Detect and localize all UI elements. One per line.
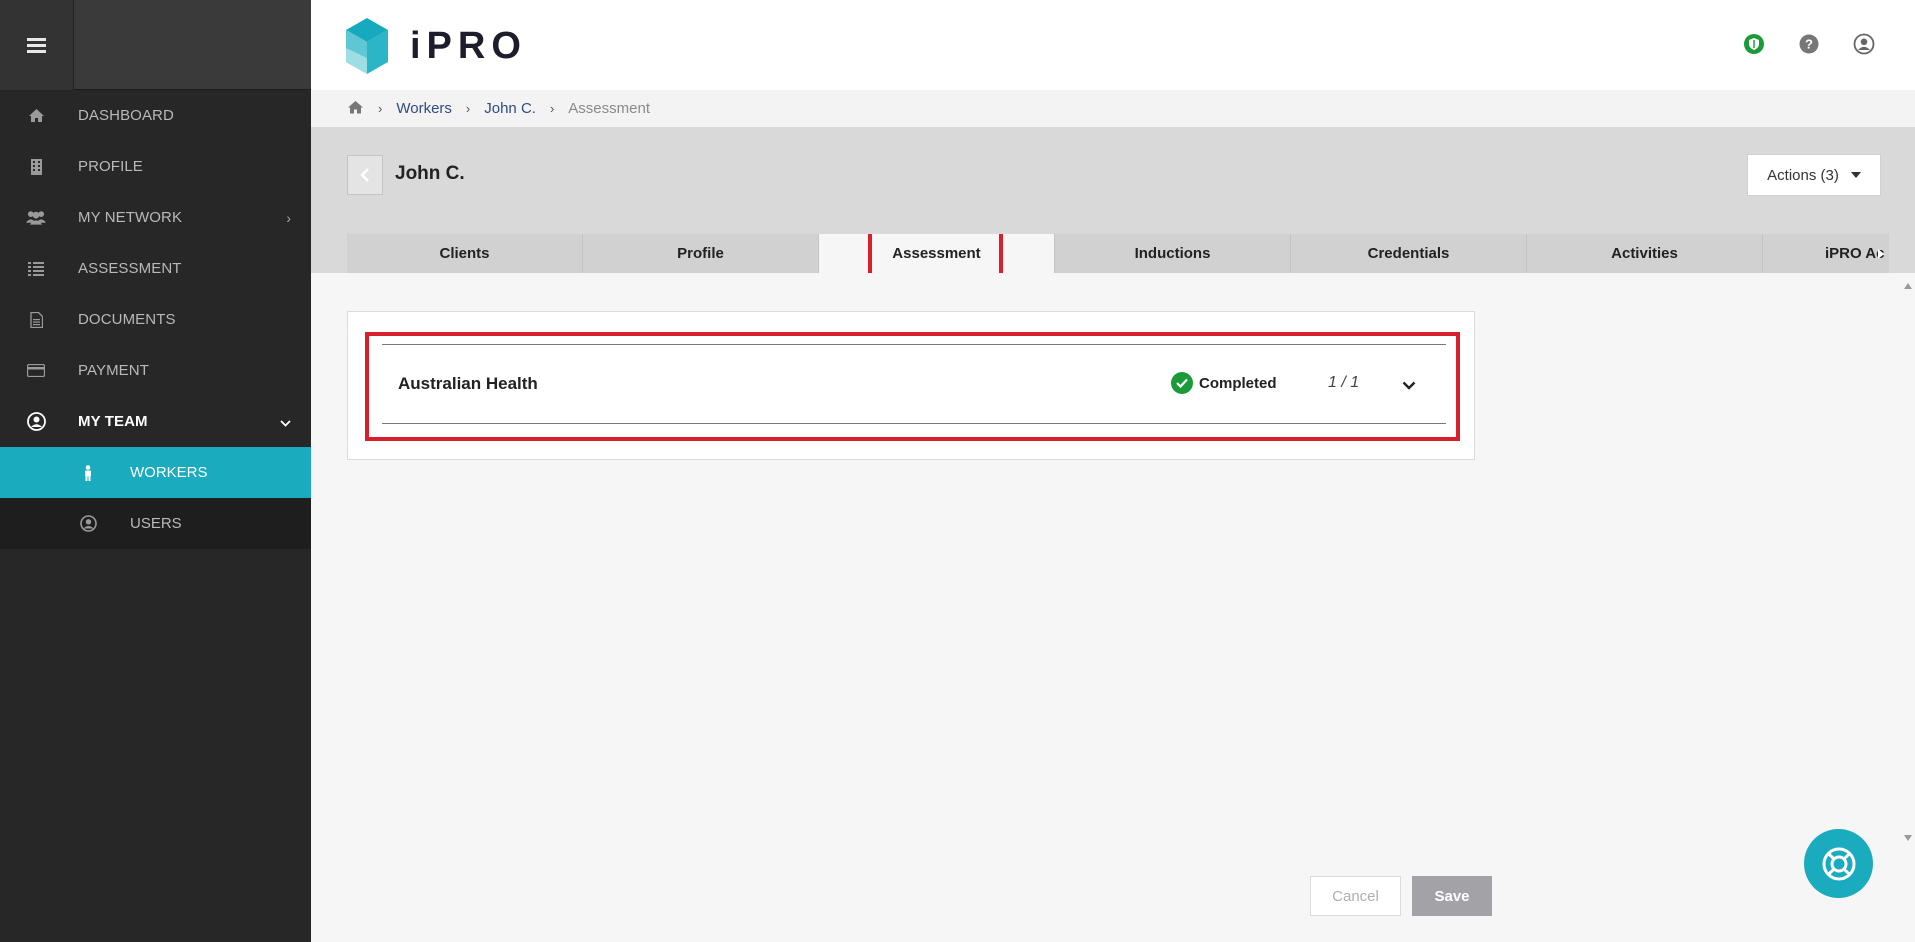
breadcrumb-separator: › xyxy=(465,101,471,116)
breadcrumb-worker[interactable]: John C. xyxy=(484,100,536,117)
sidebar-item-label: PAYMENT xyxy=(78,362,149,379)
chevron-down-icon xyxy=(280,414,291,430)
credit-card-icon xyxy=(26,361,46,381)
sidebar-item-my-team[interactable]: MY TEAM xyxy=(0,396,311,447)
breadcrumb-current: Assessment xyxy=(568,100,650,117)
users-icon xyxy=(26,208,46,228)
help-icon[interactable]: ? xyxy=(1798,33,1820,55)
list-icon xyxy=(26,259,46,279)
tab-assessment[interactable]: Assessment xyxy=(819,234,1055,273)
sidebar-item-label: DOCUMENTS xyxy=(78,311,176,328)
chevron-down-icon xyxy=(1402,381,1416,390)
header-icons: ? xyxy=(1743,33,1875,55)
sidebar-item-label: PROFILE xyxy=(78,158,143,175)
sidebar-subitem-users[interactable]: USERS xyxy=(0,498,311,549)
document-icon xyxy=(26,310,46,330)
worker-icon xyxy=(78,463,98,483)
support-chat-button[interactable] xyxy=(1804,829,1873,898)
chevron-right-icon: › xyxy=(286,209,291,226)
save-button[interactable]: Save xyxy=(1412,876,1492,916)
sidebar-item-documents[interactable]: DOCUMENTS xyxy=(0,294,311,345)
account-icon[interactable] xyxy=(1853,33,1875,55)
tab-profile[interactable]: Profile xyxy=(583,234,819,273)
sidebar-top xyxy=(0,0,311,90)
tab-credentials[interactable]: Credentials xyxy=(1291,234,1527,273)
tab-label: Clients xyxy=(439,245,490,262)
check-circle-icon xyxy=(1171,372,1193,394)
sidebar-item-assessment[interactable]: ASSESSMENT xyxy=(0,243,311,294)
tab-bar: Clients Profile Assessment Inductions Cr… xyxy=(347,234,1889,273)
sidebar-item-label: MY TEAM xyxy=(78,413,148,430)
app-name: iPRO xyxy=(410,24,527,67)
menu-toggle-button[interactable] xyxy=(0,0,74,90)
hamburger-icon xyxy=(27,37,46,53)
actions-dropdown-button[interactable]: Actions (3) xyxy=(1747,154,1881,196)
lifebuoy-icon xyxy=(1822,847,1855,880)
sidebar-subitem-workers[interactable]: WORKERS xyxy=(0,447,311,498)
sidebar-item-dashboard[interactable]: DASHBOARD xyxy=(0,90,311,141)
assessment-row[interactable]: Australian Health Completed 1 / 1 xyxy=(382,344,1446,424)
actions-label: Actions (3) xyxy=(1767,166,1839,184)
sidebar-nav: DASHBOARD PROFILE MY NETWORK › ASSESSMEN… xyxy=(0,90,311,549)
user-circle-icon xyxy=(26,412,46,432)
caret-down-icon xyxy=(1904,835,1912,841)
home-icon xyxy=(26,106,46,126)
app-logo[interactable]: iPRO xyxy=(346,18,527,74)
shield-icon[interactable] xyxy=(1743,33,1765,55)
breadcrumb: › Workers › John C. › Assessment xyxy=(311,90,1915,127)
breadcrumb-separator: › xyxy=(549,101,555,116)
highlight-box xyxy=(868,234,1003,273)
scroll-up-button[interactable] xyxy=(1901,279,1915,293)
caret-right-icon xyxy=(1878,248,1884,259)
page-header: John C. Actions (3) Clients Profile Asse… xyxy=(311,127,1915,273)
tab-label: Inductions xyxy=(1134,245,1211,262)
status-text: Completed xyxy=(1199,374,1277,392)
assessment-title: Australian Health xyxy=(398,374,538,393)
tab-ipro-activities[interactable]: iPRO Ac xyxy=(1763,234,1889,273)
svg-text:?: ? xyxy=(1805,37,1813,52)
tab-label: Profile xyxy=(677,245,724,262)
tab-activities[interactable]: Activities xyxy=(1527,234,1763,273)
tab-label: Activities xyxy=(1611,245,1678,262)
chevron-left-icon xyxy=(360,168,369,182)
tab-clients[interactable]: Clients xyxy=(347,234,583,273)
expand-button[interactable] xyxy=(1399,375,1419,395)
home-icon[interactable] xyxy=(347,100,364,118)
sidebar-item-payment[interactable]: PAYMENT xyxy=(0,345,311,396)
breadcrumb-workers[interactable]: Workers xyxy=(396,100,452,117)
sidebar: DASHBOARD PROFILE MY NETWORK › ASSESSMEN… xyxy=(0,0,311,942)
tab-label: Credentials xyxy=(1367,245,1450,262)
cancel-button[interactable]: Cancel xyxy=(1310,876,1401,916)
caret-up-icon xyxy=(1904,283,1912,289)
assessment-count: 1 / 1 xyxy=(1328,374,1360,391)
sidebar-item-label: ASSESSMENT xyxy=(78,260,182,277)
top-header: iPRO ? xyxy=(311,0,1915,90)
sidebar-brand-area xyxy=(74,0,311,89)
assessment-card: Australian Health Completed 1 / 1 xyxy=(347,311,1475,460)
ipro-logo-icon xyxy=(346,18,388,74)
sidebar-item-label: WORKERS xyxy=(130,464,208,481)
sidebar-item-my-network[interactable]: MY NETWORK › xyxy=(0,192,311,243)
caret-down-icon xyxy=(1850,172,1861,178)
scroll-down-button[interactable] xyxy=(1901,831,1915,845)
sidebar-item-profile[interactable]: PROFILE xyxy=(0,141,311,192)
page-title: John C. xyxy=(395,163,465,184)
user-circle-icon xyxy=(78,514,98,534)
sidebar-item-label: DASHBOARD xyxy=(78,107,174,124)
tabs-scroll-right-button[interactable] xyxy=(1873,234,1889,273)
back-button[interactable] xyxy=(347,155,383,195)
breadcrumb-separator: › xyxy=(378,101,383,116)
status-badge: Completed xyxy=(1171,372,1277,394)
tab-inductions[interactable]: Inductions xyxy=(1055,234,1291,273)
main-content: Australian Health Completed 1 / 1 Cancel… xyxy=(311,273,1915,942)
sidebar-item-label: USERS xyxy=(130,515,182,532)
sidebar-item-label: MY NETWORK xyxy=(78,209,183,226)
building-icon xyxy=(26,157,46,177)
